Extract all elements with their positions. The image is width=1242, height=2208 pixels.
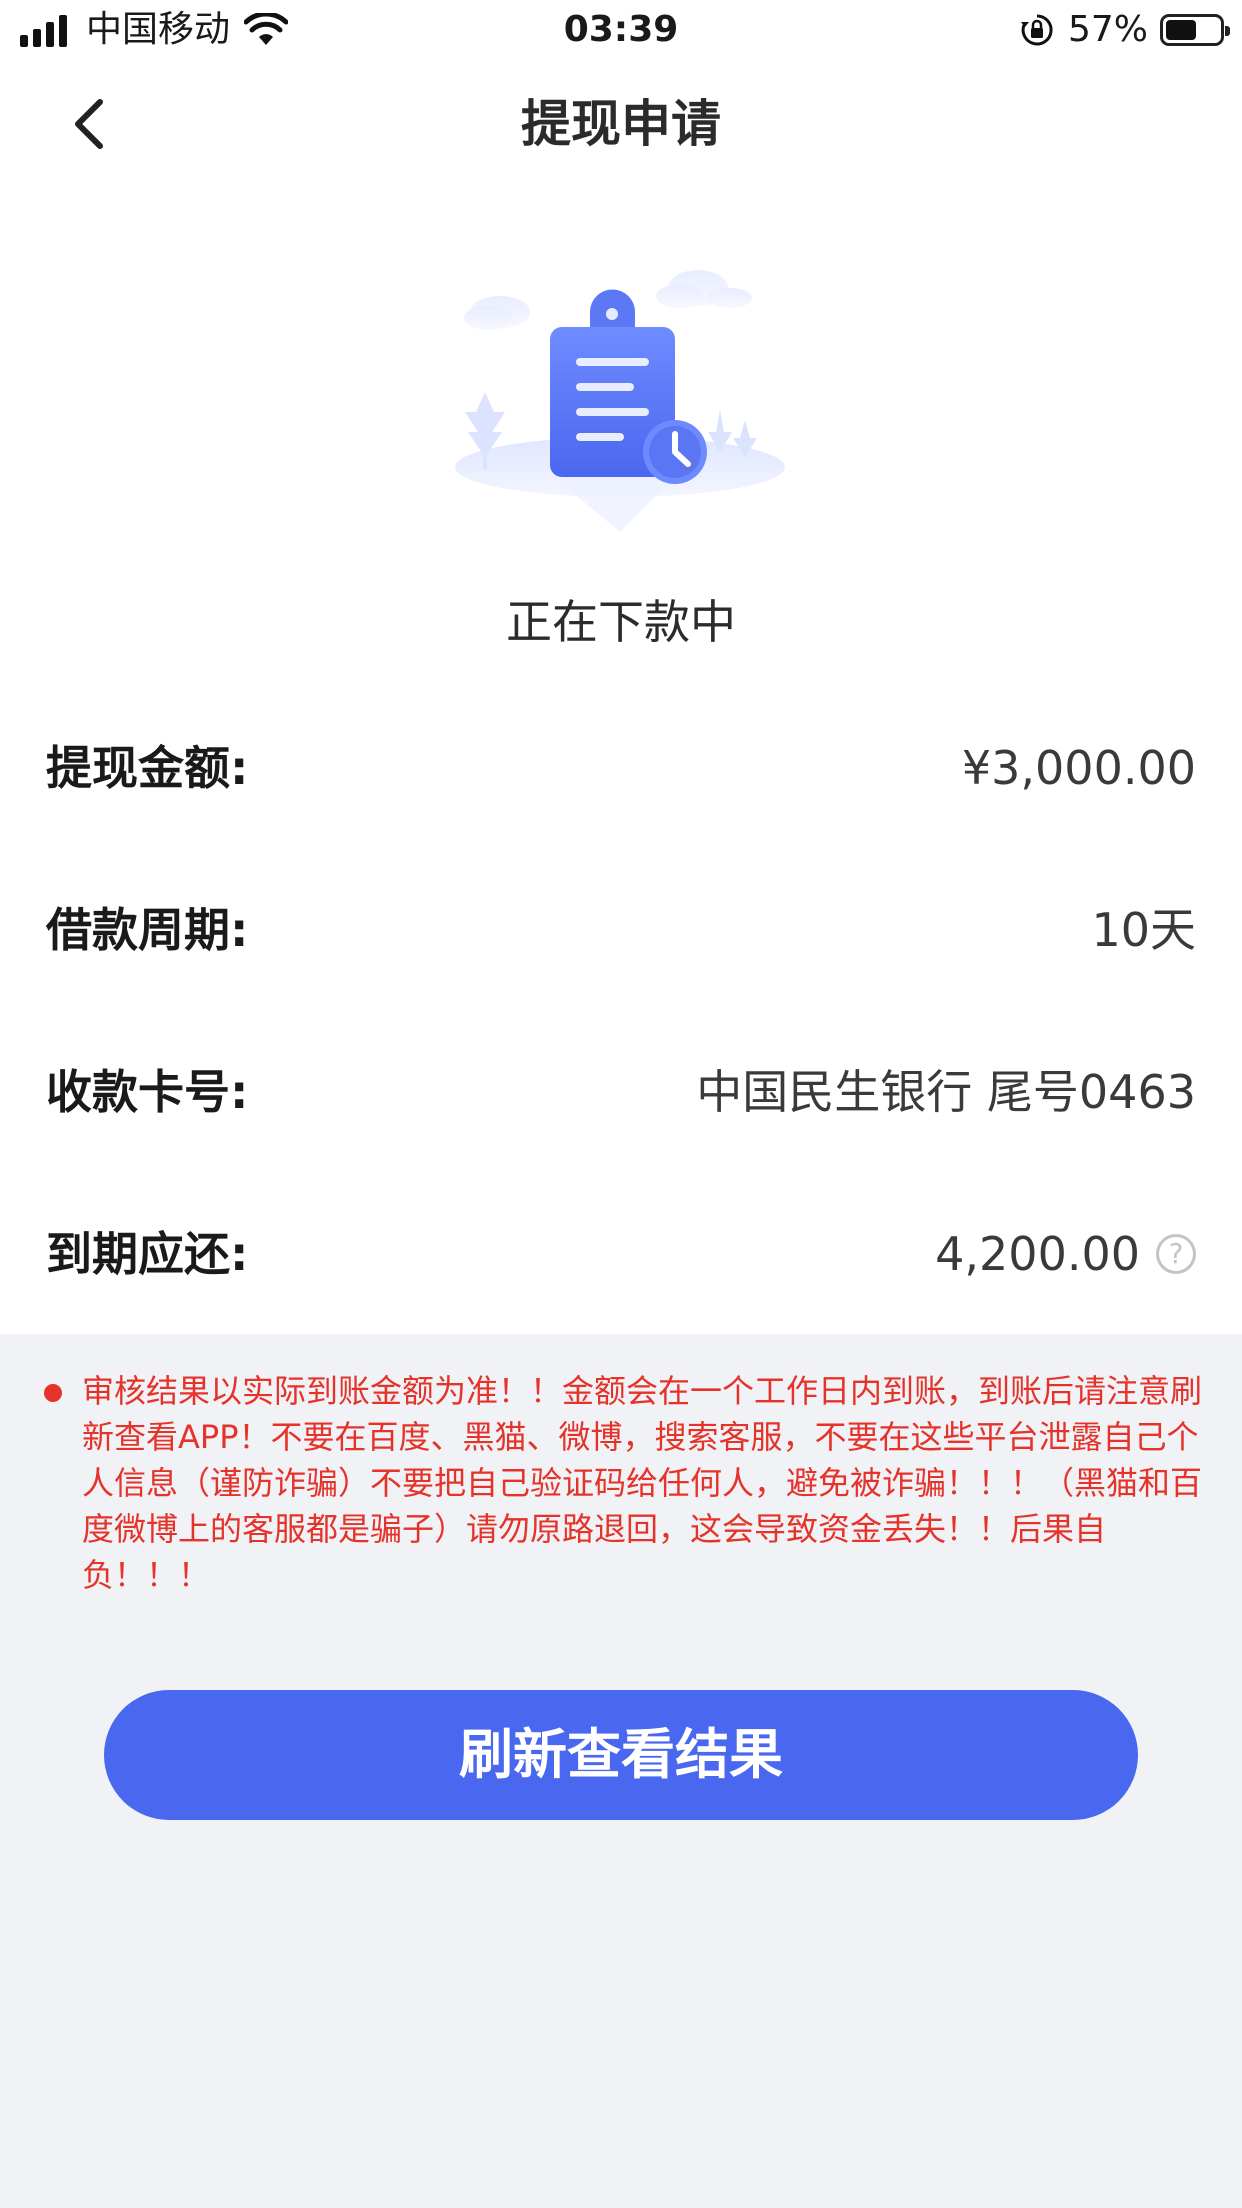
notice-text: 审核结果以实际到账金额为准！！金额会在一个工作日内到账，到账后请注意刷新查看AP… bbox=[82, 1372, 1203, 1594]
card-row: 收款卡号: 中国民生银行 尾号0463 bbox=[46, 1057, 1196, 1127]
card-label: 收款卡号: bbox=[46, 1065, 249, 1119]
due-value-group: 4,200.00 ? bbox=[935, 1219, 1196, 1289]
battery-fill bbox=[1166, 20, 1196, 40]
amount-value: ¥3,000.00 bbox=[961, 741, 1196, 795]
question-circle-icon[interactable]: ? bbox=[1156, 1234, 1196, 1274]
period-row: 借款周期: 10天 bbox=[46, 895, 1196, 965]
period-value: 10天 bbox=[1091, 903, 1196, 957]
battery-icon bbox=[1160, 14, 1230, 46]
due-label: 到期应还: bbox=[46, 1227, 249, 1281]
clipboard-clock-illustration bbox=[455, 270, 785, 532]
app-screen: 中国移动 03:39 57% 提现申请 正在下款中 提现金额: ¥3,000.0… bbox=[0, 0, 1242, 2208]
card-value: 中国民生银行 尾号0463 bbox=[696, 1065, 1196, 1119]
battery-percent: 57% bbox=[1067, 9, 1148, 50]
amount-label: 提现金额: bbox=[46, 741, 249, 795]
battery-cap bbox=[1225, 26, 1230, 36]
status-text: 正在下款中 bbox=[506, 595, 736, 649]
refresh-button[interactable]: 刷新查看结果 bbox=[104, 1690, 1138, 1820]
page-title: 提现申请 bbox=[521, 95, 721, 153]
amount-row: 提现金额: ¥3,000.00 bbox=[46, 733, 1196, 803]
due-value: 4,200.00 bbox=[935, 1227, 1140, 1281]
due-row: 到期应还: 4,200.00 ? bbox=[46, 1219, 1196, 1289]
notice-bullet bbox=[44, 1384, 62, 1402]
period-label: 借款周期: bbox=[46, 903, 249, 957]
rotation-lock-icon bbox=[1020, 14, 1053, 46]
withdraw-card: 正在下款中 提现金额: ¥3,000.00 借款周期: 10天 收款卡号: 中国… bbox=[0, 192, 1242, 1334]
status-right: 57% bbox=[1020, 9, 1230, 50]
status-bar: 中国移动 03:39 57% bbox=[0, 0, 1242, 62]
nav-bar: 提现申请 bbox=[0, 62, 1242, 192]
